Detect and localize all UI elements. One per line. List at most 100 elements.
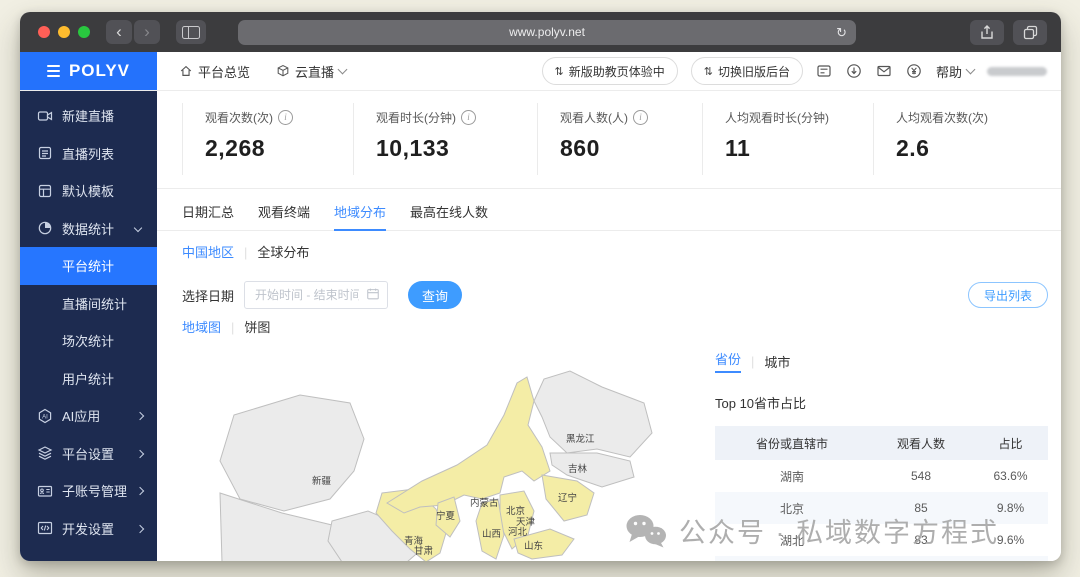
info-icon[interactable]: i xyxy=(278,110,293,125)
map-label: 山东 xyxy=(524,540,543,552)
column-header: 省份或直辖市 xyxy=(715,426,869,460)
divider: | xyxy=(751,354,754,369)
divider: | xyxy=(231,319,234,337)
table-row[interactable]: 湖北 83 9.6% xyxy=(715,524,1048,556)
view-map-link[interactable]: 地域图 xyxy=(182,319,221,337)
download-button[interactable] xyxy=(846,63,863,80)
china-map: 新疆 黑龙江 吉林 辽宁 内蒙古 北京 天津 河北 山西 山东 宁夏 青海 甘肃 xyxy=(182,353,712,561)
sidebar-item-live-list[interactable]: 直播列表 xyxy=(20,135,157,173)
browser-forward-button[interactable]: › xyxy=(134,20,160,44)
browser-sidebar-toggle-button[interactable] xyxy=(176,20,206,44)
switch-icon: ⇅ xyxy=(555,65,564,78)
map-label: 北京 xyxy=(506,505,525,517)
map-label: 内蒙古 xyxy=(470,497,499,509)
message-console-button[interactable] xyxy=(816,63,833,80)
chevron-down-icon xyxy=(338,65,348,75)
chevron-right-icon xyxy=(136,487,144,495)
yuan-circle-icon xyxy=(906,63,922,79)
tab-overview-icon xyxy=(1023,25,1038,40)
close-window-button[interactable] xyxy=(38,26,50,38)
region-rank-panel: 省份 | 城市 Top 10省市占比 省份或直辖市 观看人数 占比 xyxy=(715,349,1048,561)
map-label: 河北 xyxy=(508,526,528,538)
sidebar-item-ai-apps[interactable]: AI AI应用 xyxy=(20,397,157,435)
query-button[interactable]: 查询 xyxy=(408,281,462,309)
sidebar-item-new-live[interactable]: 新建直播 xyxy=(20,97,157,135)
rank-table-title: Top 10省市占比 xyxy=(715,393,1048,412)
rank-city-toggle[interactable]: 城市 xyxy=(764,352,790,371)
minimize-window-button[interactable] xyxy=(58,26,70,38)
mail-icon xyxy=(876,63,892,79)
mail-button[interactable] xyxy=(876,63,893,80)
province-neimenggu[interactable] xyxy=(387,377,550,513)
export-list-button[interactable]: 导出列表 xyxy=(968,282,1048,308)
reload-icon[interactable]: ↻ xyxy=(836,20,847,45)
sidebar-item-subaccount-management[interactable]: 子账号管理 xyxy=(20,472,157,510)
code-icon xyxy=(37,520,53,536)
nav-cloud-live[interactable]: 云直播 xyxy=(276,62,346,81)
logo-text: POLYV xyxy=(69,61,130,81)
nav-platform-overview[interactable]: 平台总览 xyxy=(179,62,250,81)
sidebar: 新建直播 直播列表 默认模板 xyxy=(20,91,157,561)
province-xinjiang[interactable] xyxy=(220,395,364,511)
tab-max-online[interactable]: 最高在线人数 xyxy=(410,196,488,230)
form-icon xyxy=(816,63,832,79)
column-header: 观看人数 xyxy=(869,426,973,460)
billing-button[interactable] xyxy=(906,63,923,80)
app-header: POLYV 平台总览 云直播 ⇅ 新版助教页体验中 xyxy=(20,52,1061,91)
sidebar-item-room-statistics[interactable]: 直播间统计 xyxy=(20,285,157,323)
calendar-icon[interactable] xyxy=(366,287,380,301)
map-label: 黑龙江 xyxy=(566,433,595,445)
map-label: 甘肃 xyxy=(414,545,433,557)
account-name-redacted[interactable] xyxy=(987,67,1047,76)
chevron-down-icon xyxy=(134,223,142,231)
tab-view-terminal[interactable]: 观看终端 xyxy=(258,196,310,230)
browser-tabs-button[interactable] xyxy=(1013,20,1047,45)
main-content: 观看次数(次)i 2,268 观看时长(分钟)i 10,133 观看人数(人)i… xyxy=(157,91,1061,561)
switch-old-console-button[interactable]: ⇅ 切换旧版后台 xyxy=(691,57,803,85)
layers-icon xyxy=(37,445,53,461)
window-controls xyxy=(38,26,90,38)
chevron-right-icon xyxy=(136,449,144,457)
video-camera-icon xyxy=(37,108,53,124)
tab-date-summary[interactable]: 日期汇总 xyxy=(182,196,234,230)
browser-back-button[interactable]: ‹ xyxy=(106,20,132,44)
chevron-right-icon xyxy=(136,412,144,420)
table-row[interactable]: 北京 85 9.8% xyxy=(715,492,1048,524)
table-row[interactable]: 广东 47 5.4% xyxy=(715,556,1048,561)
stat-view-count: 观看次数(次)i 2,268 xyxy=(182,103,355,175)
help-menu[interactable]: 帮助 xyxy=(936,62,974,81)
stat-value: 860 xyxy=(560,135,710,162)
sidebar-item-user-statistics[interactable]: 用户统计 xyxy=(20,360,157,398)
view-pie-link[interactable]: 饼图 xyxy=(244,319,270,337)
tab-region-distribution[interactable]: 地域分布 xyxy=(334,196,386,230)
region-scope-toggle: 中国地区 | 全球分布 xyxy=(182,243,309,263)
template-icon xyxy=(37,183,53,199)
fullscreen-window-button[interactable] xyxy=(78,26,90,38)
sidebar-item-default-template[interactable]: 默认模板 xyxy=(20,172,157,210)
info-icon[interactable]: i xyxy=(633,110,648,125)
scope-china-link[interactable]: 中国地区 xyxy=(182,243,234,263)
address-bar[interactable]: www.polyv.net ↻ xyxy=(238,20,856,45)
scope-global-link[interactable]: 全球分布 xyxy=(257,243,309,263)
divider: | xyxy=(244,243,247,263)
table-header-row: 省份或直辖市 观看人数 占比 xyxy=(715,426,1048,460)
date-filter-label: 选择日期 xyxy=(182,286,234,305)
logo[interactable]: POLYV xyxy=(20,52,157,90)
chevron-down-icon xyxy=(966,65,976,75)
map-label: 新疆 xyxy=(312,475,332,487)
cube-icon xyxy=(276,64,290,78)
stat-value: 11 xyxy=(725,135,875,162)
info-icon[interactable]: i xyxy=(461,110,476,125)
ai-icon: AI xyxy=(37,408,53,424)
sidebar-item-session-statistics[interactable]: 场次统计 xyxy=(20,322,157,360)
sidebar-item-data-statistics[interactable]: 数据统计 xyxy=(20,210,157,248)
sidebar-item-platform-settings[interactable]: 平台设置 xyxy=(20,435,157,473)
browser-share-button[interactable] xyxy=(970,20,1004,45)
sidebar-item-developer-settings[interactable]: 开发设置 xyxy=(20,510,157,548)
view-mode-toggle: 地域图 | 饼图 xyxy=(182,319,270,337)
download-circle-icon xyxy=(846,63,862,79)
new-version-pill-button[interactable]: ⇅ 新版助教页体验中 xyxy=(542,57,678,85)
rank-province-toggle[interactable]: 省份 xyxy=(715,349,741,373)
sidebar-item-platform-statistics[interactable]: 平台统计 xyxy=(20,247,157,285)
table-row[interactable]: 湖南 548 63.6% xyxy=(715,460,1048,492)
